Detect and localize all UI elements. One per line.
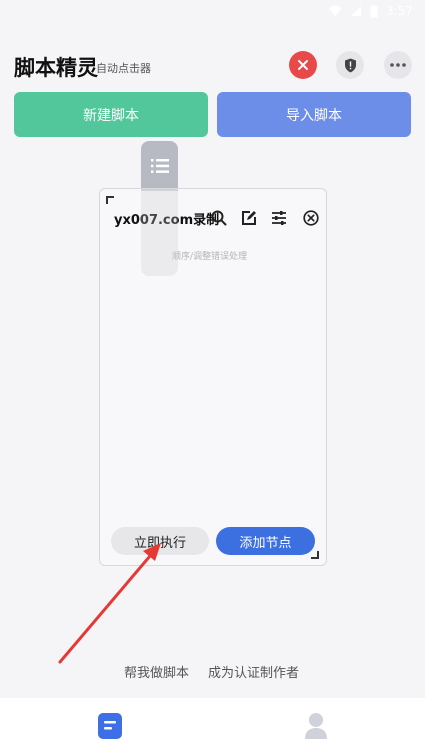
panel-close-button[interactable]: [302, 209, 320, 227]
shield-icon: [344, 58, 356, 72]
nav-profile-tab[interactable]: [302, 712, 330, 740]
recording-panel: yx007.com录制 顺序/调整错误处理 立即执行 添加节点: [99, 188, 327, 566]
nav-script-tab[interactable]: [96, 712, 124, 740]
floating-handle-shadow: [141, 191, 178, 276]
list-icon: [150, 159, 169, 173]
edit-icon: [242, 211, 256, 225]
status-bar: 3:57: [0, 0, 425, 24]
status-icons: 3:57: [328, 4, 413, 18]
new-script-button[interactable]: 新建脚本: [14, 92, 208, 137]
battery-icon: [370, 4, 378, 17]
panel-settings-button[interactable]: [270, 209, 288, 227]
add-node-button[interactable]: 添加节点: [216, 527, 315, 555]
shield-button[interactable]: [336, 51, 364, 79]
help-make-script-link[interactable]: 帮我做脚本: [124, 662, 189, 681]
signal-icon: [351, 6, 362, 16]
wifi-icon: [328, 5, 342, 16]
panel-hint-text: 顺序/调整错误处理: [172, 252, 248, 262]
become-author-link[interactable]: 成为认证制作者: [208, 662, 299, 681]
settings-sliders-icon: [272, 211, 286, 225]
resize-corner-top-left[interactable]: [106, 196, 114, 204]
panel-search-button[interactable]: [210, 209, 228, 227]
more-button[interactable]: [384, 51, 412, 79]
run-now-button[interactable]: 立即执行: [111, 527, 209, 555]
profile-tab-icon: [305, 713, 327, 739]
app-subtitle: 自动点击器: [96, 62, 151, 75]
import-script-button[interactable]: 导入脚本: [217, 92, 411, 137]
app-title: 脚本精灵: [14, 56, 98, 80]
close-button[interactable]: [289, 51, 317, 79]
resize-corner-bottom-right[interactable]: [311, 551, 319, 559]
close-circle-icon: [303, 210, 319, 226]
more-icon: [390, 63, 406, 67]
status-time: 3:57: [386, 4, 413, 18]
script-tab-icon: [98, 713, 122, 739]
bottom-nav: [0, 698, 425, 755]
close-icon: [298, 60, 308, 70]
floating-menu-handle[interactable]: [141, 141, 178, 191]
search-icon: [211, 210, 227, 226]
panel-edit-button[interactable]: [240, 209, 258, 227]
